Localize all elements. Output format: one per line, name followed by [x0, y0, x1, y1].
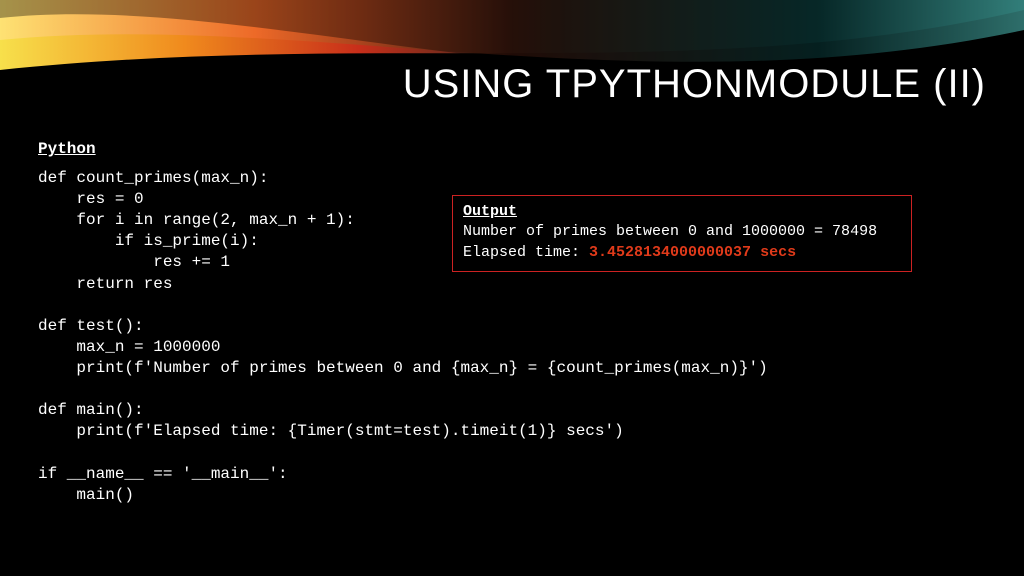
- slide-title: USING TPYTHONMODULE (II): [403, 62, 986, 107]
- output-box: Output Number of primes between 0 and 10…: [452, 195, 912, 272]
- output-line-2: Elapsed time: 3.4528134000000037 secs: [463, 243, 901, 263]
- output-line-1: Number of primes between 0 and 1000000 =…: [463, 222, 901, 242]
- output-elapsed-prefix: Elapsed time:: [463, 244, 589, 261]
- output-elapsed-time: 3.4528134000000037: [589, 244, 751, 261]
- output-heading: Output: [463, 202, 901, 222]
- output-elapsed-unit: secs: [751, 244, 796, 261]
- code-language-label: Python: [38, 140, 96, 158]
